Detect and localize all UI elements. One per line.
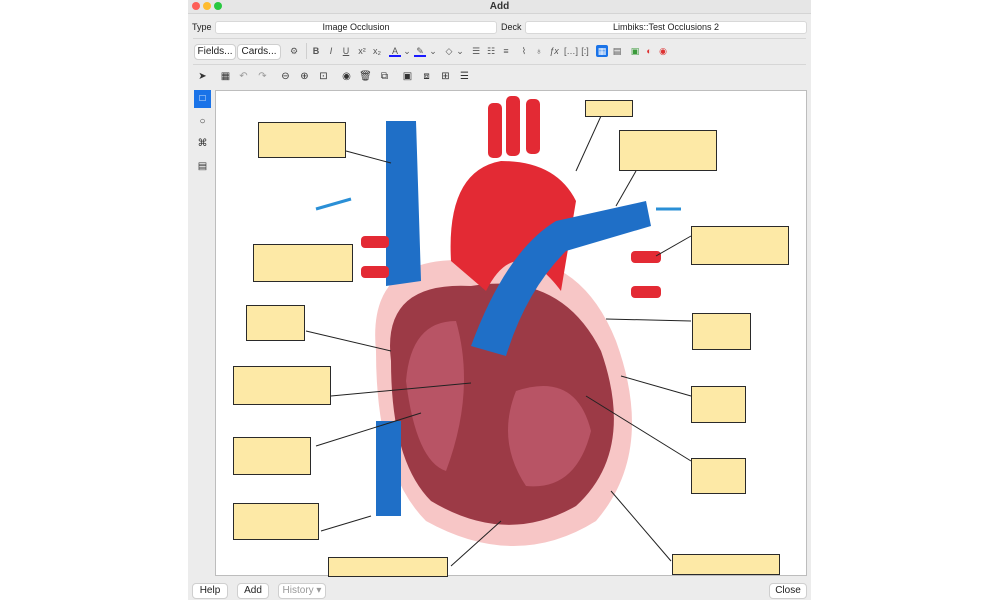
occlusion-mask[interactable] xyxy=(691,386,746,423)
undo-icon[interactable]: ↶ xyxy=(235,68,252,85)
delete-icon[interactable]: 🗑 xyxy=(357,68,374,85)
text-color-icon[interactable]: A xyxy=(389,45,401,57)
text-icon[interactable]: ▤ xyxy=(194,158,211,176)
occlusion-mask[interactable] xyxy=(672,554,780,575)
window-title: Add xyxy=(489,1,510,12)
type-selector[interactable]: Image Occlusion xyxy=(215,21,497,34)
bold-icon[interactable]: B xyxy=(310,45,322,57)
underline-icon[interactable]: U xyxy=(340,45,352,57)
toggle-visibility-icon[interactable]: ◉ xyxy=(338,68,355,85)
gear-icon[interactable]: ⚙ xyxy=(288,45,300,57)
help-button[interactable]: Help xyxy=(192,583,228,599)
deck-label: Deck xyxy=(501,22,522,32)
fields-button[interactable]: Fields... xyxy=(194,44,236,60)
image-occlusion-icon[interactable]: ▦ xyxy=(596,45,608,57)
select-icon[interactable]: ➤ xyxy=(194,68,211,86)
ellipse-icon[interactable]: ○ xyxy=(194,113,211,131)
occlusion-mask[interactable] xyxy=(233,503,319,540)
ungroup-icon[interactable]: ⧈ xyxy=(418,68,435,85)
occlusion-mask[interactable] xyxy=(233,366,331,405)
attach-icon[interactable]: ⌇ xyxy=(518,45,530,57)
group-icon[interactable]: ▣ xyxy=(399,68,416,85)
align-icon[interactable]: ≡ xyxy=(500,45,512,57)
header-divider xyxy=(193,38,806,39)
occlusion-mask[interactable] xyxy=(328,557,448,577)
occlusion-mask[interactable] xyxy=(619,130,717,171)
highlight-icon[interactable]: ✎ xyxy=(414,45,426,57)
table-icon[interactable]: ▤ xyxy=(611,45,623,57)
occlusion-mask[interactable] xyxy=(253,244,353,282)
add-button[interactable]: Add xyxy=(237,583,269,599)
redo-icon[interactable]: ↷ xyxy=(254,68,271,85)
record-icon[interactable]: ◉ xyxy=(657,45,669,57)
occlusion-mask[interactable] xyxy=(691,458,746,494)
eraser-dropdown-icon[interactable]: ⌄ xyxy=(454,45,466,57)
deck-selector[interactable]: Limbiks::Test Occlusions 2 xyxy=(525,21,807,34)
cloze-icon[interactable]: […] xyxy=(564,45,578,57)
close-button[interactable]: Close xyxy=(769,583,807,599)
occlusion-mask[interactable] xyxy=(233,437,311,475)
zoom-out-icon[interactable]: ⊖ xyxy=(277,68,294,85)
occlusion-mask[interactable] xyxy=(585,100,633,117)
zoom-fit-icon[interactable]: ▦ xyxy=(217,68,234,85)
cloze-alt-icon[interactable]: [:] xyxy=(579,45,591,57)
zoom-in-icon[interactable]: ⊕ xyxy=(296,68,313,85)
align-objects-icon[interactable]: ⊞ xyxy=(437,68,454,85)
zoom-reset-icon[interactable]: ⊡ xyxy=(315,68,332,85)
superscript-icon[interactable]: x² xyxy=(356,45,368,57)
mask-icon[interactable]: ◐ xyxy=(643,45,655,57)
numbered-list-icon[interactable]: ☷ xyxy=(485,45,497,57)
occlusion-mask[interactable] xyxy=(691,226,789,265)
type-label: Type xyxy=(192,22,212,32)
image-icon[interactable]: ▣ xyxy=(629,45,641,57)
duplicate-icon[interactable]: ⧉ xyxy=(376,68,393,85)
toolbar-separator xyxy=(306,43,307,59)
rectangle-icon[interactable]: □ xyxy=(194,90,211,108)
italic-icon[interactable]: I xyxy=(325,45,337,57)
cards-button[interactable]: Cards... xyxy=(237,44,281,60)
text-color-dropdown-icon[interactable]: ⌄ xyxy=(401,45,413,57)
microphone-icon[interactable]: ♁ xyxy=(533,45,545,57)
polygon-icon[interactable]: ⌘ xyxy=(194,135,211,153)
occlusion-mask[interactable] xyxy=(258,122,346,158)
occlusion-mask[interactable] xyxy=(246,305,305,341)
occlusion-canvas[interactable] xyxy=(215,90,807,577)
history-button[interactable]: History ▾ xyxy=(278,583,326,599)
highlight-dropdown-icon[interactable]: ⌄ xyxy=(427,45,439,57)
toolbar-divider xyxy=(193,64,806,65)
subscript-icon[interactable]: x₂ xyxy=(371,45,383,57)
distribute-icon[interactable]: ☰ xyxy=(456,68,473,85)
title-bar: Add xyxy=(188,0,811,14)
occlusion-mask[interactable] xyxy=(692,313,751,350)
bullet-list-icon[interactable]: ☰ xyxy=(470,45,482,57)
function-icon[interactable]: ƒx xyxy=(548,45,560,57)
